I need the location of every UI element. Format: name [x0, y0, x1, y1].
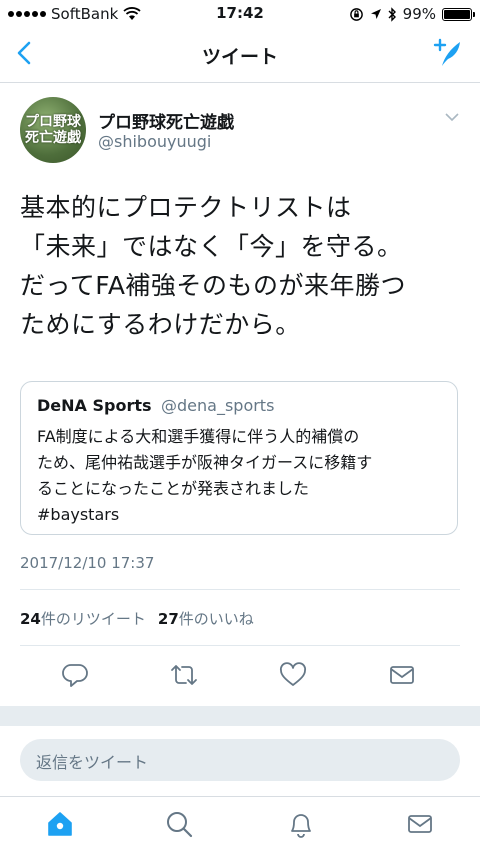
tweet-line: ためにするわけだから。 — [20, 310, 301, 339]
tab-home[interactable] — [45, 809, 75, 839]
quoted-text: FA制度による大和選手獲得に伴う人的補償の ため、尾仲祐哉選手が阪神タイガースに… — [37, 424, 445, 528]
tweet-timestamp: 2017/12/10 17:37 — [20, 554, 155, 572]
battery-icon — [442, 7, 475, 21]
reply-placeholder: 返信をツイート — [36, 753, 149, 772]
reply-input[interactable]: 返信をツイート — [20, 739, 460, 781]
quoted-line: FA制度による大和選手獲得に伴う人的補償の — [37, 427, 360, 446]
quoted-display-name: DeNA Sports — [37, 396, 152, 415]
quoted-handle: @dena_sports — [161, 396, 275, 415]
retweet-count[interactable]: 24件のリツイート — [20, 608, 146, 629]
tweet-line: だってFA補強そのものが来年勝つ — [20, 271, 406, 300]
like-count[interactable]: 27件のいいね — [158, 608, 254, 629]
divider — [20, 645, 460, 646]
compose-tweet-icon[interactable] — [430, 36, 464, 70]
messages-icon — [408, 815, 432, 833]
tab-messages[interactable] — [405, 809, 435, 839]
user-handle[interactable]: @shibouyuugi — [98, 132, 211, 151]
avatar[interactable]: プロ野球 死亡遊戯 — [20, 97, 86, 163]
dm-button[interactable] — [387, 660, 417, 690]
bluetooth-icon — [388, 6, 396, 22]
tweet-line: 「未来」ではなく「今」を守る。 — [20, 232, 403, 261]
tab-search[interactable] — [164, 809, 194, 839]
home-icon — [48, 812, 72, 836]
page-title: ツイート — [201, 46, 278, 68]
reply-button[interactable] — [60, 660, 90, 690]
quoted-tweet-card[interactable]: DeNA Sports @dena_sports FA制度による大和選手獲得に伴… — [20, 381, 458, 535]
chevron-down-icon[interactable] — [444, 112, 460, 122]
orientation-lock-icon — [349, 7, 363, 21]
tweet-text: 基本的にプロテクトリストは 「未来」ではなく「今」を守る。 だってFA補強そのも… — [20, 188, 460, 344]
quoted-line: ることになったことが発表されました — [37, 479, 310, 498]
avatar-line-1: プロ野球 — [25, 114, 81, 130]
like-number: 27 — [157, 610, 179, 628]
reply-icon — [62, 664, 88, 687]
notifications-icon — [291, 814, 311, 838]
avatar-line-2: 死亡遊戯 — [25, 130, 81, 146]
nav-bar: ツイート — [0, 28, 480, 83]
location-icon — [370, 9, 381, 19]
search-icon — [167, 812, 193, 838]
retweet-number: 24 — [20, 610, 41, 628]
section-gap — [0, 706, 480, 726]
tweet-stats: 24件のリツイート 27件のいいね — [20, 608, 260, 629]
divider — [20, 589, 460, 590]
quoted-line: #baystars — [37, 505, 120, 524]
status-bar: SoftBank 17:42 99% — [0, 0, 480, 28]
quoted-line: ため、尾仲祐哉選手が阪神タイガースに移籍す — [37, 453, 373, 472]
like-icon — [280, 662, 306, 686]
retweet-label: 件のリツイート — [40, 610, 146, 628]
like-button[interactable] — [278, 660, 308, 690]
like-label: 件のいいね — [178, 610, 254, 628]
tab-notifications[interactable] — [286, 809, 316, 839]
battery-percent: 99% — [402, 5, 436, 23]
tab-bar — [0, 796, 480, 855]
tweet-line: 基本的にプロテクトリストは — [20, 193, 352, 222]
status-right: 99% — [349, 5, 475, 23]
display-name[interactable]: プロ野球死亡遊戯 — [98, 108, 234, 133]
retweet-icon — [171, 665, 197, 685]
dm-icon — [390, 666, 414, 684]
retweet-button[interactable] — [169, 660, 199, 690]
avatar-text: プロ野球 死亡遊戯 — [24, 114, 82, 146]
